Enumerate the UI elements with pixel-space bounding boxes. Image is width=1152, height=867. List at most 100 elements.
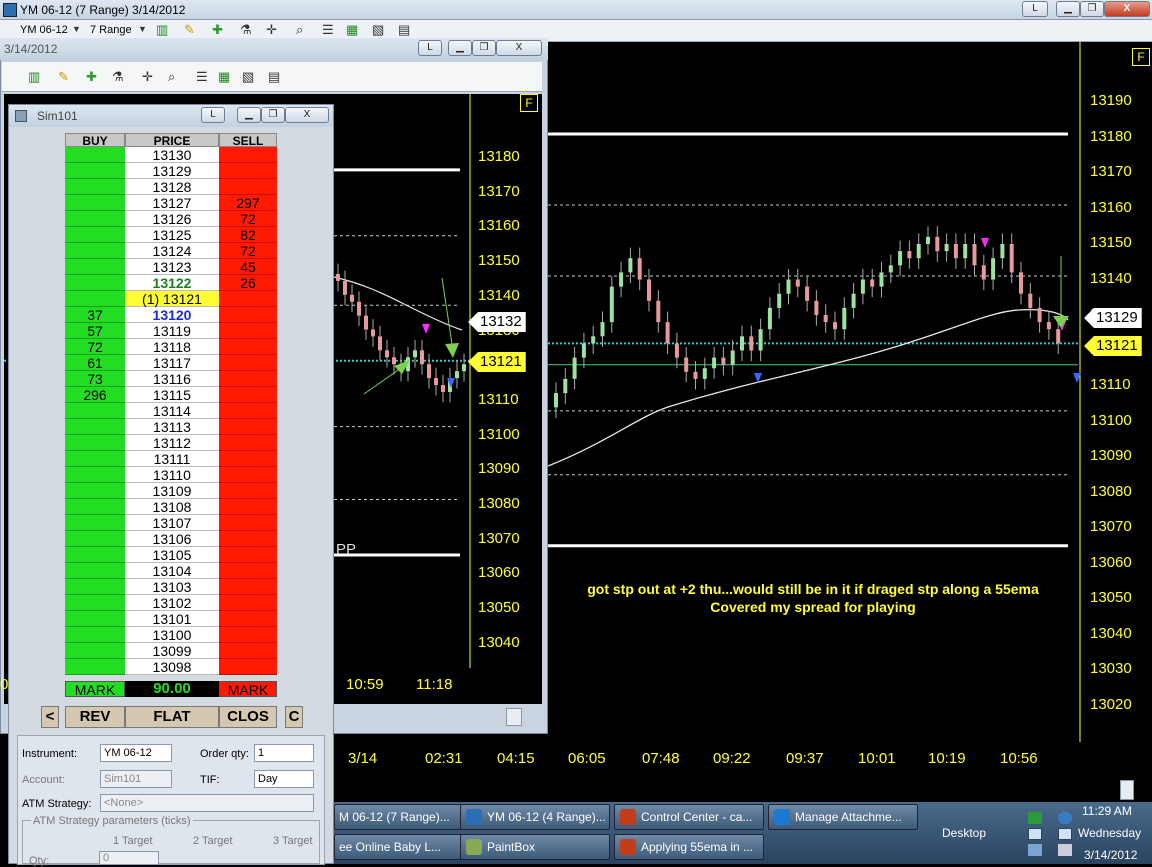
left-chart-scrollbar[interactable] [334, 706, 542, 728]
dom-sell-cell[interactable] [219, 547, 277, 563]
second-window-titlebar[interactable]: 3/14/2012 L ▁ ❐ X [0, 38, 548, 60]
dom-sell-cell[interactable] [219, 515, 277, 531]
dom-buy-cell[interactable] [65, 579, 125, 595]
taskbar-button[interactable]: PaintBox [460, 834, 610, 860]
desktop-toolbar-label[interactable]: Desktop [942, 826, 986, 840]
dom-sell-cell[interactable] [219, 179, 277, 195]
reverse-button[interactable]: REV [65, 706, 125, 728]
dom-buy-cell[interactable] [65, 211, 125, 227]
dom-buy-cell[interactable]: 296 [65, 387, 125, 403]
target1-radio[interactable]: 1 Target [113, 835, 153, 847]
dom-buy-cell[interactable] [65, 163, 125, 179]
template-icon[interactable]: ▤ [268, 69, 280, 85]
taskbar-button[interactable]: Control Center - ca... [614, 804, 764, 830]
dom-sell-cell[interactable] [219, 339, 277, 355]
dom-price-ladder[interactable]: 13130 13129 13128 13127 297 13126 72 13125 82 131… [65, 147, 277, 675]
dom-buy-cell[interactable] [65, 467, 125, 483]
dom-buy-cell[interactable] [65, 515, 125, 531]
minimize-button[interactable]: ▁ [1056, 1, 1080, 17]
target2-radio[interactable]: 2 Target [193, 835, 233, 847]
dom-buy-cell[interactable] [65, 243, 125, 259]
dom-buy-cell[interactable] [65, 547, 125, 563]
dom-sell-cell[interactable] [219, 643, 277, 659]
main-window-titlebar[interactable]: YM 06-12 (7 Range) 3/14/2012 L ▁ ❐ X [0, 0, 1152, 20]
chevron-down-icon[interactable]: ▼ [138, 24, 147, 34]
drawing-pencil-icon[interactable]: ✎ [184, 22, 195, 38]
taskbar-button[interactable]: Applying 55ema in ... [614, 834, 764, 860]
dom-buy-cell[interactable]: 61 [65, 355, 125, 371]
dom-buy-cell[interactable] [65, 483, 125, 499]
tray-sync-icon[interactable] [1058, 812, 1072, 824]
dom-sell-cell[interactable]: 45 [219, 259, 277, 275]
dom-sell-cell[interactable]: 297 [219, 195, 277, 211]
dom-buy-cell[interactable] [65, 195, 125, 211]
zoom-icon[interactable]: ⌕ [168, 69, 175, 85]
lock-button[interactable]: L [201, 107, 225, 123]
dom-sell-cell[interactable] [219, 595, 277, 611]
dom-buy-cell[interactable] [65, 147, 125, 163]
period-selector[interactable]: 7 Range [90, 24, 132, 36]
tif-dropdown[interactable]: Day [254, 770, 314, 788]
dom-buy-cell[interactable]: 37 [65, 307, 125, 323]
dom-buy-cell[interactable]: 57 [65, 323, 125, 339]
maximize-button[interactable]: ❐ [261, 107, 285, 123]
bar-type-icon[interactable]: ▥ [28, 69, 40, 85]
right-price-chart[interactable] [548, 42, 1152, 802]
tray-speaker-icon[interactable] [1058, 844, 1072, 856]
crosshair-icon[interactable]: ✛ [266, 22, 277, 38]
dom-buy-cell[interactable] [65, 563, 125, 579]
close-position-button[interactable]: CLOS [219, 706, 277, 728]
dom-buy-cell[interactable]: 72 [65, 339, 125, 355]
dom-buy-cell[interactable] [65, 659, 125, 675]
dom-sell-cell[interactable] [219, 387, 277, 403]
taskbar-button[interactable]: Manage Attachme... [768, 804, 918, 830]
indicator-icon[interactable]: ✚ [212, 22, 223, 38]
properties-icon[interactable]: ☰ [196, 69, 208, 85]
template-icon[interactable]: ▤ [398, 22, 410, 38]
order-qty-stepper[interactable]: 1 [254, 744, 314, 762]
dom-sell-cell[interactable] [219, 611, 277, 627]
chart-image-icon[interactable]: ▧ [372, 22, 384, 38]
instrument-selector[interactable]: YM 06-12 [20, 24, 68, 36]
dom-sell-cell[interactable] [219, 435, 277, 451]
tray-volume-icon[interactable] [1028, 844, 1042, 856]
superdom-titlebar[interactable]: Sim101 L ▁ ❐ X [9, 105, 333, 127]
dom-buy-cell[interactable]: 73 [65, 371, 125, 387]
dom-sell-cell[interactable] [219, 419, 277, 435]
chevron-down-icon[interactable]: ▼ [72, 24, 81, 34]
dom-sell-cell[interactable] [219, 147, 277, 163]
strategy-icon[interactable]: ⚗ [240, 22, 252, 38]
dom-sell-cell[interactable] [219, 163, 277, 179]
zoom-icon[interactable]: ⌕ [296, 22, 303, 38]
minimize-button[interactable]: ▁ [237, 107, 261, 123]
clock-day[interactable]: Wednesday [1078, 826, 1141, 840]
maximize-button[interactable]: ❐ [1080, 1, 1104, 17]
taskbar-button[interactable]: YM 06-12 (4 Range)... [460, 804, 610, 830]
data-box-icon[interactable]: ▦ [346, 22, 358, 38]
dom-sell-cell[interactable] [219, 579, 277, 595]
dom-buy-cell[interactable] [65, 227, 125, 243]
collapse-right-button[interactable]: C [285, 706, 303, 728]
atm-strategy-dropdown[interactable]: <None> [100, 794, 314, 812]
dom-sell-cell[interactable]: 82 [219, 227, 277, 243]
show-desktop-button[interactable] [1120, 780, 1134, 800]
dom-sell-cell[interactable] [219, 499, 277, 515]
close-button[interactable]: X [496, 40, 542, 56]
dom-buy-cell[interactable] [65, 451, 125, 467]
lock-button[interactable]: L [418, 40, 442, 56]
close-button[interactable]: X [1104, 1, 1150, 17]
strategy-icon[interactable]: ⚗ [112, 69, 124, 85]
dom-sell-cell[interactable] [219, 403, 277, 419]
properties-icon[interactable]: ☰ [322, 22, 334, 38]
tray-monitor-icon[interactable] [1028, 828, 1042, 840]
dom-sell-cell[interactable] [219, 307, 277, 323]
dom-buy-cell[interactable] [65, 595, 125, 611]
dom-buy-cell[interactable] [65, 531, 125, 547]
dom-sell-cell[interactable] [219, 483, 277, 499]
dom-sell-cell[interactable] [219, 323, 277, 339]
indicator-icon[interactable]: ✚ [86, 69, 97, 85]
dom-sell-cell[interactable]: 26 [219, 275, 277, 291]
dom-buy-cell[interactable] [65, 435, 125, 451]
dom-sell-cell[interactable] [219, 451, 277, 467]
clock-date[interactable]: 3/14/2012 [1084, 848, 1137, 862]
